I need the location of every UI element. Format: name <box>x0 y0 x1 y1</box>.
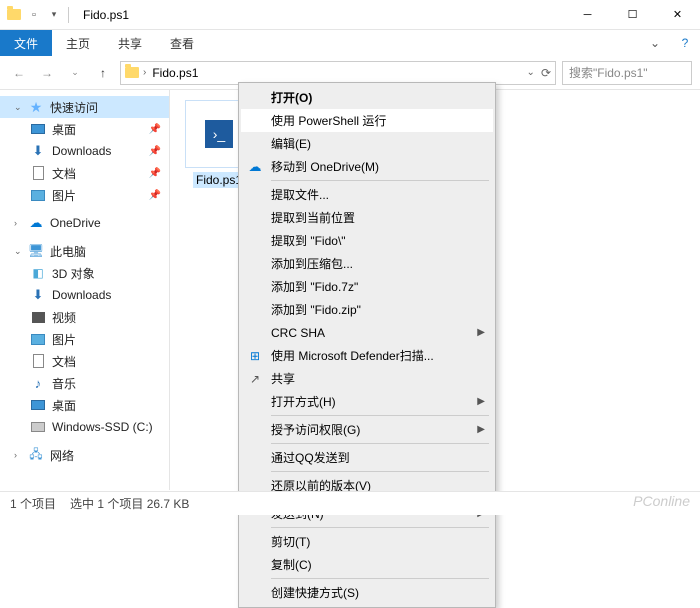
desktop-icon <box>30 397 46 413</box>
cm-move-onedrive[interactable]: ☁移动到 OneDrive(M) <box>241 155 493 178</box>
sidebar-network[interactable]: ›🖧网络 <box>0 444 169 466</box>
forward-button[interactable]: → <box>36 62 58 84</box>
tab-file[interactable]: 文件 <box>0 30 52 56</box>
close-button[interactable]: ✕ <box>655 0 700 30</box>
pin-icon: 📌 <box>149 168 161 179</box>
sidebar-onedrive[interactable]: ›☁OneDrive <box>0 212 169 234</box>
tab-share[interactable]: 共享 <box>104 30 156 56</box>
pin-icon: 📌 <box>149 190 161 201</box>
context-menu: 打开(O) 使用 PowerShell 运行 编辑(E) ☁移动到 OneDri… <box>238 82 496 608</box>
shield-icon: ⊞ <box>247 348 263 364</box>
ribbon: 文件 主页 共享 查看 ⌄ ? <box>0 30 700 56</box>
cm-extract-files[interactable]: 提取文件... <box>241 183 493 206</box>
chevron-down-icon[interactable]: ⌄ <box>527 67 535 78</box>
recent-dropdown[interactable]: ⌄ <box>64 62 86 84</box>
document-icon <box>30 165 46 181</box>
folder-icon <box>6 7 22 23</box>
chevron-right-icon: ▶ <box>477 327 485 338</box>
onedrive-icon: ☁ <box>28 215 44 231</box>
cm-defender-scan[interactable]: ⊞使用 Microsoft Defender扫描... <box>241 344 493 367</box>
titlebar: ▫ ▾ Fido.ps1 ─ ☐ ✕ <box>0 0 700 30</box>
tab-home[interactable]: 主页 <box>52 30 104 56</box>
music-icon: ♪ <box>30 375 46 391</box>
sidebar-documents-pc[interactable]: 文档 <box>0 350 169 372</box>
sidebar-pictures[interactable]: 图片📌 <box>0 184 169 206</box>
chevron-right-icon: ▶ <box>477 396 485 407</box>
cm-share[interactable]: ↗共享 <box>241 367 493 390</box>
status-bar: 1 个项目 选中 1 个项目 26.7 KB <box>0 491 700 515</box>
cm-add-zip[interactable]: 添加到 "Fido.zip" <box>241 298 493 321</box>
sidebar-this-pc[interactable]: ⌄🖥此电脑 <box>0 240 169 262</box>
download-icon: ⬇ <box>30 143 46 159</box>
sidebar-desktop-pc[interactable]: 桌面 <box>0 394 169 416</box>
cm-send-qq[interactable]: 通过QQ发送到 <box>241 446 493 469</box>
sidebar-pictures-pc[interactable]: 图片 <box>0 328 169 350</box>
cm-extract-to[interactable]: 提取到 "Fido\" <box>241 229 493 252</box>
cm-copy[interactable]: 复制(C) <box>241 553 493 576</box>
cm-create-shortcut[interactable]: 创建快捷方式(S) <box>241 581 493 604</box>
separator <box>271 578 489 579</box>
minimize-button[interactable]: ─ <box>565 0 610 30</box>
cm-open[interactable]: 打开(O) <box>241 86 493 109</box>
chevron-right-icon[interactable]: › <box>143 67 146 78</box>
folder-icon <box>125 67 139 78</box>
sidebar-quick-access[interactable]: ⌄★快速访问 <box>0 96 169 118</box>
help-icon[interactable]: ? <box>670 30 700 56</box>
search-input[interactable]: 搜索"Fido.ps1" <box>562 61 692 85</box>
download-icon: ⬇ <box>30 287 46 303</box>
picture-icon <box>30 331 46 347</box>
sidebar-documents[interactable]: 文档📌 <box>0 162 169 184</box>
network-icon: 🖧 <box>28 447 44 463</box>
document-icon <box>30 353 46 369</box>
sidebar-downloads-pc[interactable]: ⬇Downloads <box>0 284 169 306</box>
separator <box>271 415 489 416</box>
cm-extract-here[interactable]: 提取到当前位置 <box>241 206 493 229</box>
sidebar-desktop[interactable]: 桌面📌 <box>0 118 169 140</box>
pin-icon: 📌 <box>149 124 161 135</box>
back-button[interactable]: ← <box>8 62 30 84</box>
properties-icon[interactable]: ▫ <box>26 7 42 23</box>
separator <box>271 180 489 181</box>
sidebar: ⌄★快速访问 桌面📌 ⬇Downloads📌 文档📌 图片📌 ›☁OneDriv… <box>0 90 170 490</box>
cm-open-with[interactable]: 打开方式(H)▶ <box>241 390 493 413</box>
desktop-icon <box>30 121 46 137</box>
breadcrumb[interactable]: Fido.ps1 <box>150 66 200 80</box>
cm-add-7z[interactable]: 添加到 "Fido.7z" <box>241 275 493 298</box>
dropdown-icon[interactable]: ▾ <box>46 7 62 23</box>
up-button[interactable]: ↑ <box>92 62 114 84</box>
status-selection: 选中 1 个项目 26.7 KB <box>70 495 189 512</box>
ribbon-expand-icon[interactable]: ⌄ <box>640 30 670 56</box>
sidebar-music[interactable]: ♪音乐 <box>0 372 169 394</box>
cm-grant-access[interactable]: 授予访问权限(G)▶ <box>241 418 493 441</box>
tab-view[interactable]: 查看 <box>156 30 208 56</box>
status-item-count: 1 个项目 <box>10 495 56 512</box>
drive-icon <box>30 419 46 435</box>
cm-cut[interactable]: 剪切(T) <box>241 530 493 553</box>
sidebar-drive-c[interactable]: Windows-SSD (C:) <box>0 416 169 438</box>
cm-crc-sha[interactable]: CRC SHA▶ <box>241 321 493 344</box>
separator <box>271 471 489 472</box>
refresh-icon[interactable]: ⟳ <box>541 66 551 80</box>
share-icon: ↗ <box>247 371 263 387</box>
cm-edit[interactable]: 编辑(E) <box>241 132 493 155</box>
pin-icon: 📌 <box>149 146 161 157</box>
window-title: Fido.ps1 <box>83 8 129 22</box>
sidebar-3d-objects[interactable]: ◧3D 对象 <box>0 262 169 284</box>
onedrive-icon: ☁ <box>247 159 263 175</box>
sidebar-videos[interactable]: 视频 <box>0 306 169 328</box>
separator <box>271 527 489 528</box>
cm-add-archive[interactable]: 添加到压缩包... <box>241 252 493 275</box>
cm-run-powershell[interactable]: 使用 PowerShell 运行 <box>241 109 493 132</box>
chevron-right-icon: ▶ <box>477 424 485 435</box>
pc-icon: 🖥 <box>28 243 44 259</box>
cube-icon: ◧ <box>30 265 46 281</box>
picture-icon <box>30 187 46 203</box>
star-icon: ★ <box>28 99 44 115</box>
separator <box>271 443 489 444</box>
address-box[interactable]: › Fido.ps1 ⌄ ⟳ <box>120 61 556 85</box>
video-icon <box>30 309 46 325</box>
powershell-icon: ›_ <box>205 120 233 148</box>
sidebar-downloads[interactable]: ⬇Downloads📌 <box>0 140 169 162</box>
maximize-button[interactable]: ☐ <box>610 0 655 30</box>
